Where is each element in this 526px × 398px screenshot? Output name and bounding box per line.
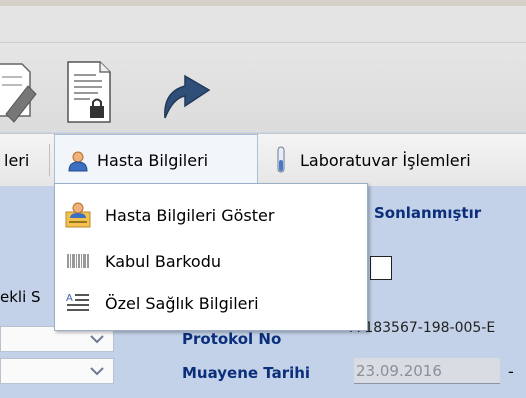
user-card-icon [65,202,91,228]
toolbar [0,6,526,132]
dropdown-item-ozel-saglik-bilgileri[interactable]: A Özel Sağlık Bilgileri [55,282,367,324]
menu-item-label: leri [4,150,30,170]
status-text: Sonlanmıştır [374,204,482,222]
dropdown-item-kabul-barkodu[interactable]: Kabul Barkodu [55,240,367,282]
edit-icon[interactable] [0,56,52,126]
menu-item-label: Hasta Bilgileri [97,151,209,170]
combo-box-2[interactable] [0,358,114,384]
chevron-down-icon [89,363,105,379]
menu-item-label: Laboratuvar İşlemleri [300,150,471,170]
dropdown-item-hasta-bilgileri-goster[interactable]: Hasta Bilgileri Göster [55,194,367,236]
dropdown-item-label: Özel Sağlık Bilgileri [105,293,259,313]
redo-arrow-icon[interactable] [155,56,215,126]
menu-item-hasta-bilgileri[interactable]: Hasta Bilgileri [54,134,258,186]
toolbar-band [0,6,526,43]
dash-separator: - [508,362,514,381]
menu-separator [49,144,50,176]
checkbox[interactable] [370,256,392,280]
partial-label: ekli S [0,288,41,306]
test-tube-icon [274,146,288,174]
muayene-label: Muayene Tarihi [182,364,311,382]
muayene-date-field[interactable]: 23.09.2016 [354,358,500,384]
dropdown-item-label: Hasta Bilgileri Göster [105,205,275,225]
dropdown-menu: Hasta Bilgileri Göster Kabul Barkodu A Ö… [54,183,368,331]
chevron-down-icon [89,331,105,347]
menu-item-previous[interactable]: leri [4,134,29,186]
muayene-value: 23.09.2016 [356,362,442,380]
user-icon [67,150,89,172]
menu-bar: leri Hasta Bilgileri Laboratuvar İşlemle… [0,133,526,187]
dropdown-item-label: Kabul Barkodu [105,251,221,271]
protokol-label: Protokol No [182,330,282,348]
svg-text:A: A [66,293,73,304]
protokol-value: A-183567-198-005-E [350,320,496,336]
menu-item-laboratuvar[interactable]: Laboratuvar İşlemleri [274,134,471,186]
barcode-icon [65,248,91,274]
text-lines-icon: A [65,290,91,316]
locked-document-icon[interactable] [62,56,122,126]
